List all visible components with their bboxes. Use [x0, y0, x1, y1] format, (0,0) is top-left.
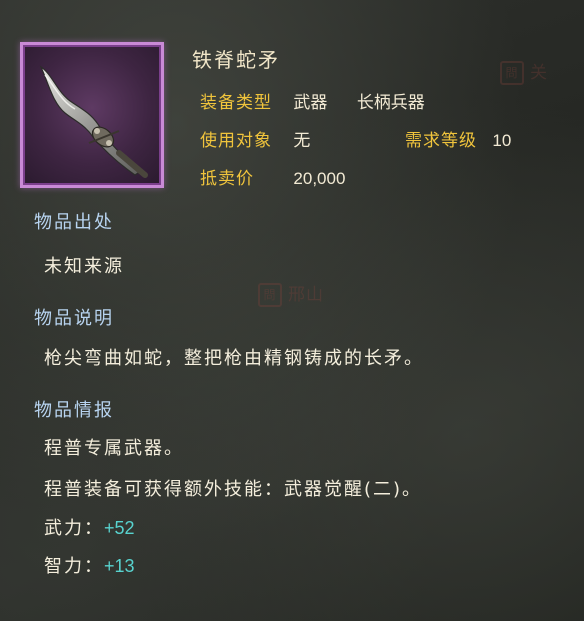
info-line-2: 程普装备可获得额外技能：武器觉醒(二)。 [44, 479, 423, 500]
spear-icon [39, 65, 148, 178]
stat-label: 智力： [44, 556, 104, 577]
sell-price-value: 20,000 [293, 169, 346, 188]
sell-price-label: 抵卖价 [200, 169, 254, 189]
description-title: 物品说明 [34, 308, 114, 329]
seal-icon: 問 [258, 283, 282, 307]
stat-row-force: 武力：+52 [44, 514, 135, 540]
description-text: 枪尖弯曲如蛇，整把枪由精钢铸成的长矛。 [44, 348, 424, 369]
watermark-text: 关 [530, 63, 548, 83]
map-marker-watermark: 問关 [500, 58, 548, 85]
info-line-1: 程普专属武器。 [44, 438, 184, 459]
source-text: 未知来源 [44, 256, 124, 277]
target-label: 使用对象 [200, 131, 272, 151]
watermark-text: 邢山 [288, 285, 324, 305]
target-value: 无 [293, 131, 311, 151]
source-title: 物品出处 [34, 212, 114, 233]
level-req-row: 需求等级 10 [405, 126, 511, 151]
sell-price-row: 抵卖价 20,000 [200, 164, 345, 189]
stat-label: 武力： [44, 518, 104, 539]
stat-value: +13 [104, 556, 135, 576]
item-name: 铁脊蛇矛 [192, 48, 280, 72]
level-req-value: 10 [492, 131, 512, 150]
equip-subtype-value: 长柄兵器 [356, 93, 425, 113]
equip-type-row: 装备类型 武器 长柄兵器 [200, 88, 425, 113]
equip-type-value: 武器 [293, 93, 328, 113]
stat-row-intellect: 智力：+13 [44, 552, 135, 578]
level-req-label: 需求等级 [405, 131, 477, 151]
info-title: 物品情报 [34, 400, 114, 421]
map-marker-watermark: 問邢山 [258, 280, 324, 307]
item-icon-frame [20, 42, 164, 188]
seal-icon: 問 [500, 61, 524, 85]
target-row: 使用对象 无 [200, 126, 310, 151]
stat-value: +52 [104, 518, 135, 538]
equip-type-label: 装备类型 [200, 93, 272, 113]
